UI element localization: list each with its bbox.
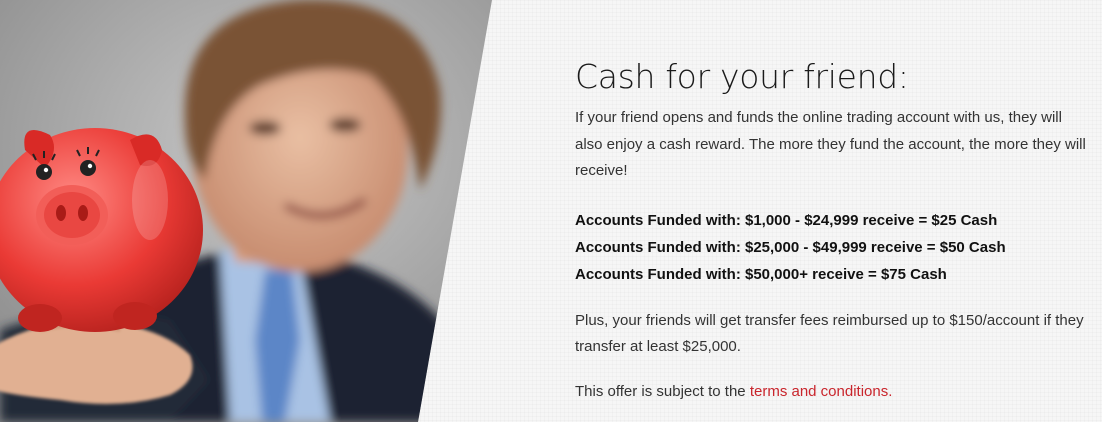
hero-photo: [0, 0, 492, 422]
offer-prefix: This offer is subject to the: [575, 382, 750, 400]
page-title: Cash for your friend:: [575, 57, 909, 96]
reward-tier: Accounts Funded with: $25,000 - $49,999 …: [575, 238, 1006, 256]
offer-terms-line: This offer is subject to the terms and c…: [575, 379, 1090, 406]
reward-tier: Accounts Funded with: $1,000 - $24,999 r…: [575, 211, 998, 229]
transfer-note: Plus, your friends will get transfer fee…: [575, 311, 1084, 356]
intro-paragraph: If your friend opens and funds the onlin…: [575, 109, 1086, 179]
reward-tiers: Accounts Funded with: $1,000 - $24,999 r…: [575, 207, 1090, 288]
reward-tier: Accounts Funded with: $50,000+ receive =…: [575, 265, 947, 283]
terms-and-conditions-link[interactable]: terms and conditions.: [750, 383, 893, 400]
referral-content: Cash for your friend: If your friend ope…: [575, 55, 1090, 405]
